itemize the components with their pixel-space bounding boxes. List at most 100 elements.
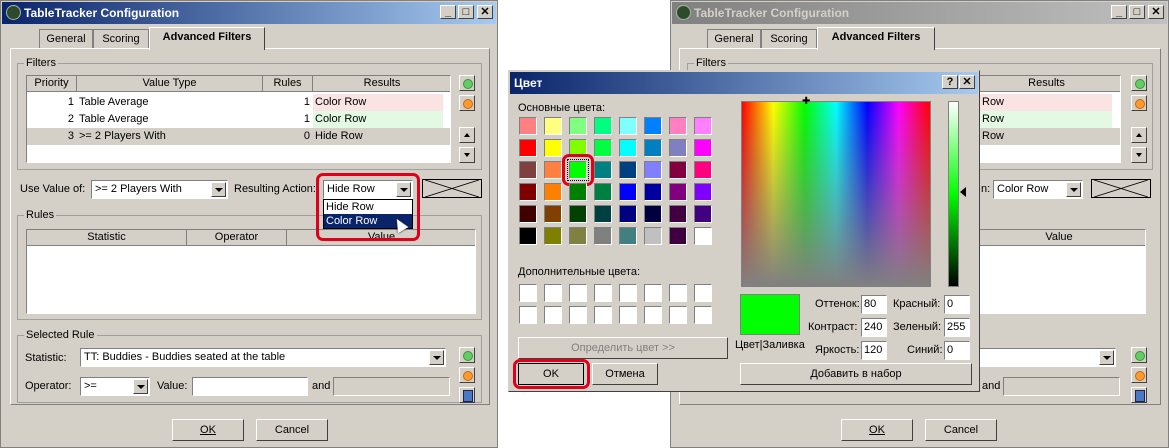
table-row[interactable]: 2 Table Average 1 Color Row — [27, 111, 450, 128]
value-input[interactable] — [192, 377, 308, 396]
chevron-down-icon[interactable] — [1066, 182, 1081, 197]
basic-color-swatch[interactable] — [644, 117, 662, 135]
custom-color-swatch[interactable] — [669, 284, 687, 302]
col-results[interactable]: Results — [972, 76, 1120, 92]
tab-advanced-filters[interactable]: Advanced Filters — [817, 27, 935, 50]
basic-color-swatch[interactable] — [669, 205, 687, 223]
tab-scoring[interactable]: Scoring — [761, 29, 817, 49]
custom-color-swatch[interactable] — [619, 284, 637, 302]
basic-color-swatch[interactable] — [694, 139, 712, 157]
basic-color-swatch[interactable] — [519, 227, 537, 245]
color-spectrum[interactable] — [741, 101, 931, 287]
statistic-select[interactable] — [971, 348, 1116, 367]
close-icon[interactable]: ✕ — [1148, 5, 1164, 19]
basic-color-swatch[interactable] — [619, 161, 637, 179]
remove-rule-icon[interactable] — [1131, 367, 1147, 383]
basic-color-swatch[interactable] — [594, 139, 612, 157]
minimize-icon[interactable]: _ — [1111, 5, 1127, 19]
save-rule-icon[interactable] — [459, 387, 475, 403]
custom-color-swatch[interactable] — [644, 306, 662, 324]
custom-color-swatch[interactable] — [544, 284, 562, 302]
add-to-custom-button[interactable]: Добавить в набор — [740, 363, 972, 385]
chevron-down-icon[interactable] — [211, 182, 226, 197]
table-row[interactable]: Row — [972, 111, 1112, 128]
basic-color-swatch[interactable] — [594, 161, 612, 179]
basic-color-swatch[interactable] — [669, 139, 687, 157]
basic-color-swatch[interactable] — [669, 183, 687, 201]
luminance-arrow-icon[interactable] — [960, 187, 966, 197]
minimize-icon[interactable]: _ — [440, 5, 456, 19]
basic-color-swatch[interactable] — [669, 117, 687, 135]
tab-advanced-filters[interactable]: Advanced Filters — [149, 27, 265, 50]
add-filter-icon[interactable] — [459, 75, 475, 91]
color-preview-swatch[interactable] — [1091, 179, 1151, 198]
custom-color-swatch[interactable] — [519, 284, 537, 302]
basic-color-swatch[interactable] — [694, 161, 712, 179]
basic-color-swatch[interactable] — [694, 117, 712, 135]
basic-color-swatch[interactable] — [644, 205, 662, 223]
sat-input[interactable]: 240 — [861, 318, 887, 337]
maximize-icon[interactable]: □ — [1129, 5, 1145, 19]
col-priority[interactable]: Priority — [27, 76, 77, 92]
table-row[interactable]: Row — [972, 94, 1112, 111]
basic-color-swatch[interactable] — [694, 183, 712, 201]
statistic-select[interactable]: TT: Buddies - Buddies seated at the tabl… — [80, 348, 446, 367]
custom-color-swatch[interactable] — [694, 306, 712, 324]
cancel-button[interactable]: Cancel — [925, 419, 997, 441]
basic-color-swatch[interactable] — [544, 205, 562, 223]
green-input[interactable]: 255 — [944, 318, 970, 337]
ok-button[interactable]: OK — [841, 419, 913, 441]
basic-color-swatch[interactable] — [519, 205, 537, 223]
basic-color-swatch[interactable] — [569, 227, 587, 245]
tab-general[interactable]: General — [707, 29, 761, 49]
hue-input[interactable]: 80 — [861, 295, 887, 314]
move-down-icon[interactable] — [1131, 147, 1147, 163]
add-filter-icon[interactable] — [1131, 75, 1147, 91]
basic-color-swatch[interactable] — [644, 227, 662, 245]
ok-button[interactable]: OK — [172, 419, 244, 441]
blue-input[interactable]: 0 — [944, 341, 970, 360]
maximize-icon[interactable]: □ — [458, 5, 474, 19]
color-preview-swatch[interactable] — [422, 179, 482, 198]
basic-color-swatch[interactable] — [519, 117, 537, 135]
use-value-select[interactable]: >= 2 Players With — [91, 180, 228, 199]
tab-general[interactable]: General — [39, 29, 93, 49]
chevron-down-icon[interactable] — [429, 350, 444, 365]
basic-color-swatch[interactable] — [544, 161, 562, 179]
custom-color-swatch[interactable] — [569, 306, 587, 324]
chevron-down-icon[interactable] — [1099, 350, 1114, 365]
col-rules[interactable]: Rules — [263, 76, 313, 92]
custom-color-swatch[interactable] — [669, 306, 687, 324]
basic-color-swatch[interactable] — [619, 183, 637, 201]
save-rule-icon[interactable] — [1131, 387, 1147, 403]
basic-color-swatch[interactable] — [544, 227, 562, 245]
chevron-down-icon[interactable] — [133, 379, 148, 394]
add-rule-icon[interactable] — [459, 347, 475, 363]
basic-color-swatch[interactable] — [569, 183, 587, 201]
custom-color-swatch[interactable] — [569, 284, 587, 302]
basic-color-swatch[interactable] — [544, 117, 562, 135]
basic-color-swatch[interactable] — [694, 227, 712, 245]
basic-color-swatch[interactable] — [669, 161, 687, 179]
basic-color-swatch[interactable] — [694, 205, 712, 223]
close-icon[interactable]: ✕ — [477, 5, 493, 19]
basic-color-swatch[interactable] — [519, 161, 537, 179]
filters-table[interactable]: Priority Value Type Rules Results 1 Tabl… — [26, 75, 451, 163]
basic-color-swatch[interactable] — [619, 117, 637, 135]
rules-table[interactable]: Value — [971, 229, 1146, 314]
basic-color-swatch[interactable] — [544, 183, 562, 201]
add-rule-icon[interactable] — [1131, 347, 1147, 363]
table-row[interactable]: 1 Table Average 1 Color Row — [27, 94, 450, 111]
move-up-icon[interactable] — [459, 127, 475, 143]
cancel-button[interactable]: Cancel — [256, 419, 328, 441]
filters-table[interactable]: Results Row Row Row — [971, 75, 1121, 163]
cancel-button[interactable]: Отмена — [592, 363, 658, 385]
custom-color-swatch[interactable] — [594, 284, 612, 302]
basic-color-swatch[interactable] — [644, 139, 662, 157]
basic-color-swatch[interactable] — [519, 139, 537, 157]
col-value-type[interactable]: Value Type — [77, 76, 263, 92]
custom-color-swatch[interactable] — [519, 306, 537, 324]
basic-color-swatch[interactable] — [644, 161, 662, 179]
basic-color-swatch[interactable] — [519, 183, 537, 201]
basic-color-swatch[interactable] — [619, 139, 637, 157]
